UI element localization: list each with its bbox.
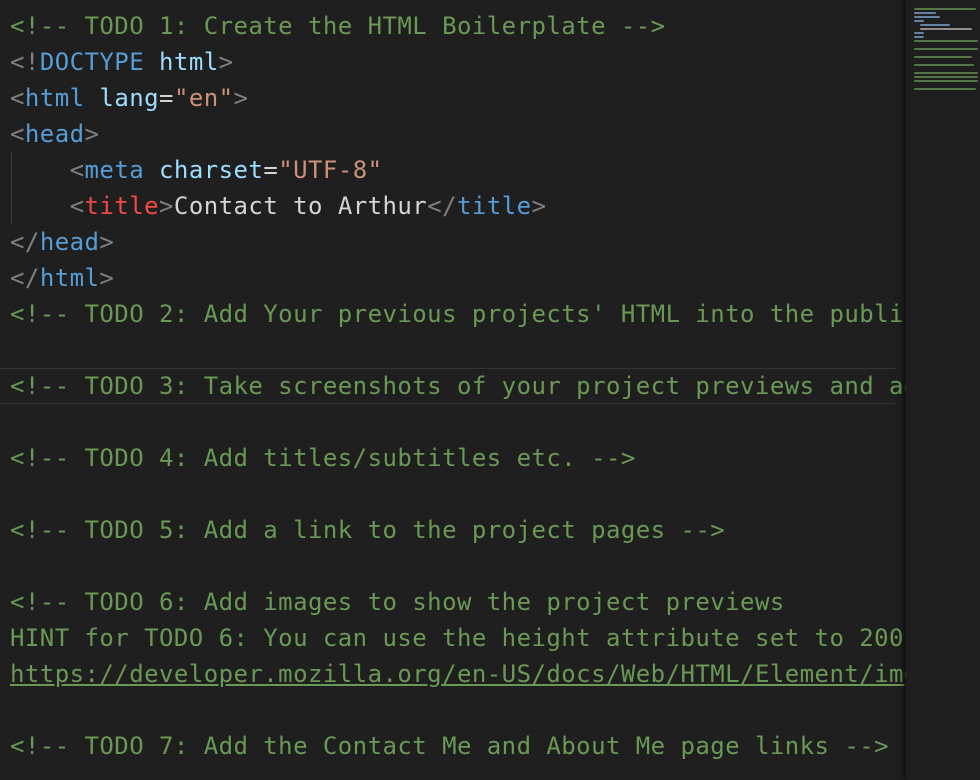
code-line-3[interactable]: <html lang="en"> (10, 80, 248, 116)
token-tag-bracket: > (218, 48, 234, 76)
token-comment: <!-- TODO 4: Add titles/subtitles etc. -… (10, 444, 636, 472)
minimap-line (914, 76, 978, 78)
code-line-8[interactable]: </html> (10, 260, 114, 296)
token-comment: <!-- TODO 1: Create the HTML Boilerplate… (10, 12, 666, 40)
token-tag-bracket: > (84, 120, 100, 148)
minimap-line (914, 36, 924, 38)
code-line-9[interactable]: <!-- TODO 2: Add Your previous projects'… (10, 296, 906, 332)
token-tag-bracket: </ (10, 228, 40, 256)
minimap-line (914, 32, 924, 34)
token-tag-bracket: > (159, 192, 174, 220)
token-tag-bracket: < (69, 156, 85, 184)
token-tag-bracket: > (99, 228, 115, 256)
token-comment: <!-- TODO 6: Add images to show the proj… (10, 588, 785, 616)
token-string: "UTF-8" (278, 156, 383, 184)
token-link: https://developer.mozilla.org/en-US/docs… (10, 660, 906, 688)
token-comment: HINT for TODO 6: You can use the height … (10, 624, 906, 652)
code-line-11[interactable]: <!-- TODO 4: Add titles/subtitles etc. -… (10, 440, 636, 476)
code-line-10-current[interactable]: <!-- TODO 3: Take screenshots of your pr… (0, 368, 906, 404)
token-tag-name: meta (84, 156, 145, 184)
token-text: = (263, 156, 279, 184)
code-editor[interactable]: <!-- TODO 1: Create the HTML Boilerplate… (0, 0, 980, 780)
code-line-12[interactable]: <!-- TODO 5: Add a link to the project p… (10, 512, 725, 548)
code-line-15[interactable]: https://developer.mozilla.org/en-US/docs… (10, 656, 906, 692)
minimap-line (914, 40, 978, 42)
token-tag-name: html (24, 84, 85, 112)
token-tag-bracket: < (10, 84, 25, 112)
minimap-line (920, 28, 972, 30)
token-comment: <!-- TODO 7: Add the Contact Me and Abou… (10, 732, 890, 760)
minimap-line (914, 20, 924, 22)
code-line-7[interactable]: </head> (10, 224, 114, 260)
minimap-line (920, 24, 950, 26)
code-line-1[interactable]: <!-- TODO 1: Create the HTML Boilerplate… (10, 8, 666, 44)
token-text: Contact to Arthur (173, 192, 428, 220)
minimap-line (914, 80, 978, 82)
token-tag-bracket: < (10, 120, 25, 148)
token-comment: <!-- TODO 5: Add a link to the project p… (10, 516, 726, 544)
token-tag-name: head (24, 120, 85, 148)
token-tag-bracket: > (531, 192, 547, 220)
minimap-line (914, 48, 978, 50)
token-tag-bracket: > (233, 84, 249, 112)
minimap-line (914, 64, 974, 66)
token-attr: html (159, 48, 219, 76)
token-tag-name: DOCTYPE (39, 48, 145, 76)
token-string: "en" (173, 84, 234, 112)
token-tag-bracket: <! (10, 48, 40, 76)
minimap-line (914, 56, 972, 58)
minimap-line (914, 88, 976, 90)
code-line-6[interactable]: <title>Contact to Arthur</title> (10, 188, 546, 224)
code-line-16[interactable]: <!-- TODO 7: Add the Contact Me and Abou… (10, 728, 889, 764)
code-line-14[interactable]: HINT for TODO 6: You can use the height … (10, 620, 906, 656)
code-area[interactable]: <!-- TODO 1: Create the HTML Boilerplate… (0, 0, 906, 780)
token-attr: charset (159, 156, 264, 184)
code-line-2[interactable]: <!DOCTYPE html> (10, 44, 234, 80)
code-line-13[interactable]: <!-- TODO 6: Add images to show the proj… (10, 584, 785, 620)
token-text: = (159, 84, 174, 112)
token-tag-name: title (457, 192, 532, 220)
minimap-line (914, 8, 976, 10)
token-tag-bracket: > (99, 264, 115, 292)
token-tag-name: html (39, 264, 100, 292)
token-attr: lang (99, 84, 160, 112)
minimap[interactable] (906, 0, 980, 780)
code-line-4[interactable]: <head> (10, 116, 99, 152)
minimap-line (914, 72, 978, 74)
minimap-line (914, 12, 936, 14)
minimap-line (914, 16, 940, 18)
token-tag-name: head (39, 228, 100, 256)
token-tag-bracket: < (69, 192, 85, 220)
token-tag-bracket: </ (427, 192, 458, 220)
token-tag-bracket: </ (10, 264, 40, 292)
token-tag-red: title (84, 192, 160, 220)
token-comment: <!-- TODO 3: Take screenshots of your pr… (10, 372, 906, 400)
code-line-5[interactable]: <meta charset="UTF-8" (10, 152, 383, 188)
token-comment: <!-- TODO 2: Add Your previous projects'… (10, 300, 906, 328)
